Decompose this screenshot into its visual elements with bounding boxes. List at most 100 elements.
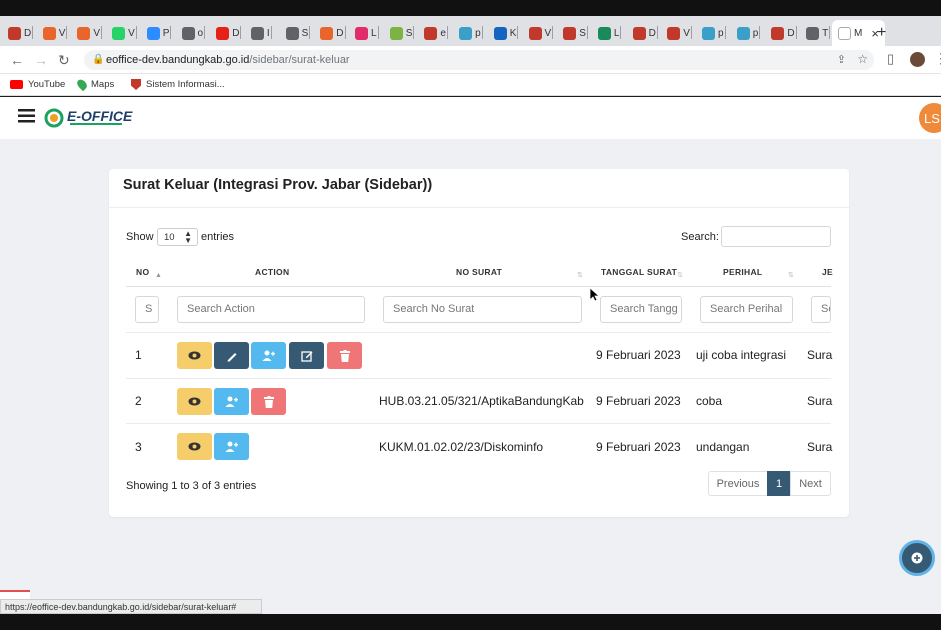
bookmark-sistem-informasi[interactable]: Sistem Informasi... <box>131 79 225 90</box>
tab-label: K <box>509 27 517 39</box>
browser-tab[interactable]: D <box>771 22 797 44</box>
assign-user-button[interactable] <box>214 388 249 415</box>
tab-label: D <box>24 27 32 39</box>
browser-tab[interactable]: S <box>389 22 415 44</box>
user-avatar[interactable]: LS <box>919 103 941 133</box>
tab-separator <box>795 26 797 39</box>
tab-favicon-icon <box>216 26 230 40</box>
forward-arrow-icon[interactable]: → <box>34 52 48 68</box>
browser-tab[interactable]: V <box>528 22 554 44</box>
view-button[interactable] <box>177 342 212 369</box>
tab-favicon-icon <box>702 26 715 40</box>
browser-tab[interactable]: e <box>424 22 448 44</box>
browser-tab[interactable]: o <box>181 22 206 44</box>
browser-tab[interactable]: I <box>250 22 272 44</box>
entries-select[interactable]: 10 ▲ ▼ <box>157 228 198 246</box>
tab-separator <box>270 26 272 39</box>
browser-tab[interactable]: S <box>285 22 311 44</box>
browser-tab[interactable]: p <box>459 22 483 44</box>
assign-user-button[interactable] <box>214 433 249 460</box>
tab-active-label: M <box>854 27 863 39</box>
tab-favicon-icon <box>493 26 507 40</box>
filter-je-input[interactable]: Se <box>811 296 831 323</box>
bookmark-star-icon[interactable]: ☆ <box>857 52 868 66</box>
delete-button[interactable] <box>251 388 286 415</box>
bookmark-youtube[interactable]: YouTube <box>10 79 65 90</box>
delete-button[interactable] <box>327 342 362 369</box>
pagination-page-1[interactable]: 1 <box>767 471 791 496</box>
assign-user-button[interactable] <box>251 342 286 369</box>
trash-icon <box>339 349 350 362</box>
cell-je: Sura <box>807 348 833 362</box>
browser-tab[interactable]: p <box>736 22 761 44</box>
floating-add-button[interactable] <box>899 540 935 576</box>
browser-tab[interactable]: V <box>667 22 692 44</box>
browser-tab[interactable]: L <box>355 22 379 44</box>
view-button[interactable] <box>177 388 212 415</box>
browser-tab[interactable]: p <box>702 22 726 44</box>
browser-tab[interactable]: L <box>597 22 622 44</box>
browser-tab[interactable]: D <box>216 22 242 44</box>
column-header-perihal[interactable]: PERIHAL <box>723 267 762 277</box>
tab-favicon-icon <box>112 26 126 40</box>
cell-je: Sura <box>807 394 833 408</box>
profile-avatar[interactable] <box>910 52 925 67</box>
address-bar-row: ← → ↻ 🔒 eoffice-dev.bandungkab.go.id/sid… <box>0 46 941 74</box>
bookmark-label: Sistem Informasi... <box>146 79 225 90</box>
tab-label: V <box>544 27 552 39</box>
browser-tab[interactable]: V <box>112 22 137 44</box>
search-input[interactable] <box>721 226 831 247</box>
filter-no-input[interactable]: S <box>135 296 159 323</box>
tab-separator <box>377 26 379 39</box>
column-header-no[interactable]: NO <box>136 267 149 277</box>
bookmark-maps[interactable]: Maps <box>75 77 114 92</box>
browser-tab[interactable]: T <box>806 22 831 44</box>
side-panel-icon[interactable]: ▯ <box>887 51 894 67</box>
column-header-action[interactable]: ACTION <box>255 267 289 277</box>
back-arrow-icon[interactable]: ← <box>10 52 24 68</box>
share-icon[interactable]: ⇪ <box>837 53 846 66</box>
tab-favicon-icon <box>250 26 264 40</box>
hamburger-menu-icon[interactable] <box>18 109 35 123</box>
pagination-next-button[interactable]: Next <box>790 471 831 496</box>
entries-value: 10 <box>164 232 175 243</box>
user-plus-icon <box>225 396 238 407</box>
filter-tanggal-input[interactable]: Search Tangg <box>600 296 682 323</box>
tab-label: p <box>752 27 759 39</box>
browser-tab[interactable]: V <box>42 22 68 44</box>
entries-label: entries <box>201 231 235 243</box>
browser-tab[interactable]: S <box>563 22 588 44</box>
tab-favicon-icon <box>42 26 56 40</box>
tab-label: D <box>787 27 795 39</box>
tab-label: I <box>266 27 270 39</box>
tab-separator <box>413 26 415 39</box>
tab-favicon-icon <box>146 26 160 40</box>
tab-separator <box>552 26 554 39</box>
url-field[interactable]: 🔒 eoffice-dev.bandungkab.go.id/sidebar/s… <box>84 50 874 70</box>
browser-tab[interactable]: K <box>493 22 519 44</box>
browser-tab[interactable]: D <box>632 22 658 44</box>
browser-tab[interactable]: D <box>320 22 346 44</box>
eye-icon <box>188 351 201 360</box>
filter-perihal-input[interactable]: Search Perihal <box>700 296 793 323</box>
cell-no-surat: HUB.03.21.05/321/AptikaBandungKab <box>379 394 584 408</box>
browser-tab[interactable]: V <box>77 22 103 44</box>
edit-button[interactable] <box>214 342 249 369</box>
tab-separator <box>586 26 588 39</box>
menu-dots-icon[interactable]: ⋮ <box>934 50 941 67</box>
view-button[interactable] <box>177 433 212 460</box>
filter-no-surat-input[interactable]: Search No Surat <box>383 296 582 323</box>
plus-circle-icon <box>911 552 923 564</box>
browser-tab[interactable]: D <box>8 22 34 44</box>
edit-document-button[interactable] <box>289 342 324 369</box>
tab-favicon-icon <box>459 26 473 40</box>
column-header-je[interactable]: JE <box>822 267 833 277</box>
new-tab-button[interactable]: + <box>877 22 886 44</box>
filter-action-input[interactable]: Search Action <box>177 296 365 323</box>
column-header-tanggal-surat[interactable]: TANGGAL SURAT <box>601 267 677 277</box>
column-header-no-surat[interactable]: NO SURAT <box>456 267 502 277</box>
pagination-previous-button[interactable]: Previous <box>708 471 768 496</box>
reload-icon[interactable]: ↻ <box>58 52 70 69</box>
tab-favicon-icon <box>355 26 368 40</box>
browser-tab[interactable]: P <box>146 22 172 44</box>
